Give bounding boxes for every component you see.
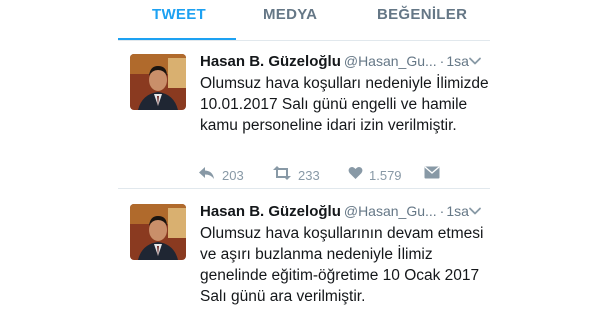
tweet-text: Olumsuz hava koşulları nedeniyle İlimizd… [200,75,489,134]
tab-media[interactable]: MEDYA [263,6,317,23]
profile-tabs: TWEET MEDYA BEĞENİLER [118,0,490,41]
retweet-icon [272,166,292,185]
tweet-actions: 203 233 1.579 [198,166,468,186]
author-handle[interactable]: @Hasan_Gu... [344,53,437,69]
author-name[interactable]: Hasan B. Güzeloğlu [200,53,341,70]
tweet-card[interactable]: Hasan B. Güzeloğlu @Hasan_Gu... · 1sa Olums… [118,203,490,315]
reply-button[interactable]: 203 [198,166,244,185]
chevron-down-icon[interactable] [468,54,482,68]
tweet-time[interactable]: 1sa [446,203,469,219]
tweet-card[interactable]: Hasan B. Güzeloğlu @Hasan_Gu... · 1sa Olums… [118,53,490,183]
tabs-divider [118,40,490,41]
heart-icon [348,166,363,185]
author-name[interactable]: Hasan B. Güzeloğlu [200,203,341,220]
separator-dot: · [439,53,445,69]
avatar[interactable] [130,204,186,260]
reply-count: 203 [222,168,244,183]
author-handle[interactable]: @Hasan_Gu... [344,203,437,219]
tweet-divider [118,188,490,189]
chevron-down-icon[interactable] [468,204,482,218]
tweet-text: Olumsuz hava koşullarının devam etmesi v… [200,225,484,305]
like-count: 1.579 [369,168,402,183]
tweet-time[interactable]: 1sa [446,53,469,69]
tab-tweet[interactable]: TWEET [152,6,206,23]
separator-dot: · [439,203,445,219]
tweet-header: Hasan B. Güzeloğlu @Hasan_Gu... · 1sa [200,53,488,73]
direct-message-button[interactable] [424,166,440,184]
retweet-button[interactable]: 233 [272,166,320,185]
tweet-header: Hasan B. Güzeloğlu @Hasan_Gu... · 1sa [200,203,488,223]
avatar[interactable] [130,54,186,110]
reply-icon [198,166,216,185]
like-button[interactable]: 1.579 [348,166,402,185]
tab-likes[interactable]: BEĞENİLER [377,6,467,23]
direct-message-icon [424,166,440,184]
retweet-count: 233 [298,168,320,183]
